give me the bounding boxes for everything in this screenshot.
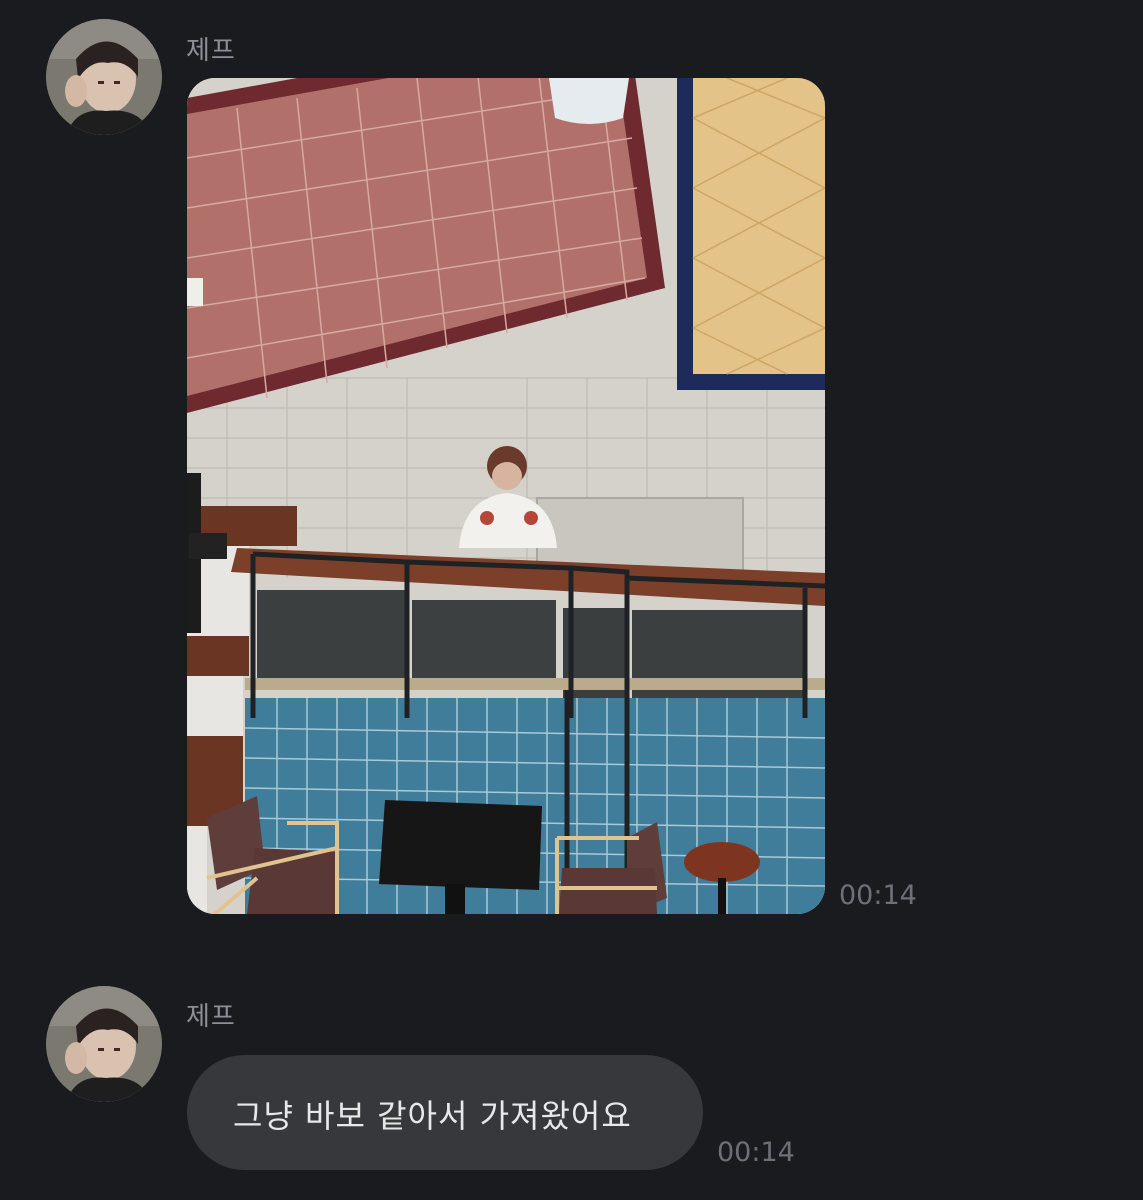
message-time: 00:14 <box>839 880 917 911</box>
sender-avatar[interactable] <box>46 986 162 1102</box>
message-time: 00:14 <box>717 1137 795 1168</box>
message-photo[interactable] <box>187 78 825 914</box>
message-bubble[interactable]: 그냥 바보 같아서 가져왔어요 <box>187 1055 703 1170</box>
message-text: 그냥 바보 같아서 가져왔어요 <box>233 1097 632 1135</box>
sender-name: 제프 <box>186 36 236 66</box>
sender-name: 제프 <box>186 1002 236 1032</box>
sender-avatar[interactable] <box>46 19 162 135</box>
